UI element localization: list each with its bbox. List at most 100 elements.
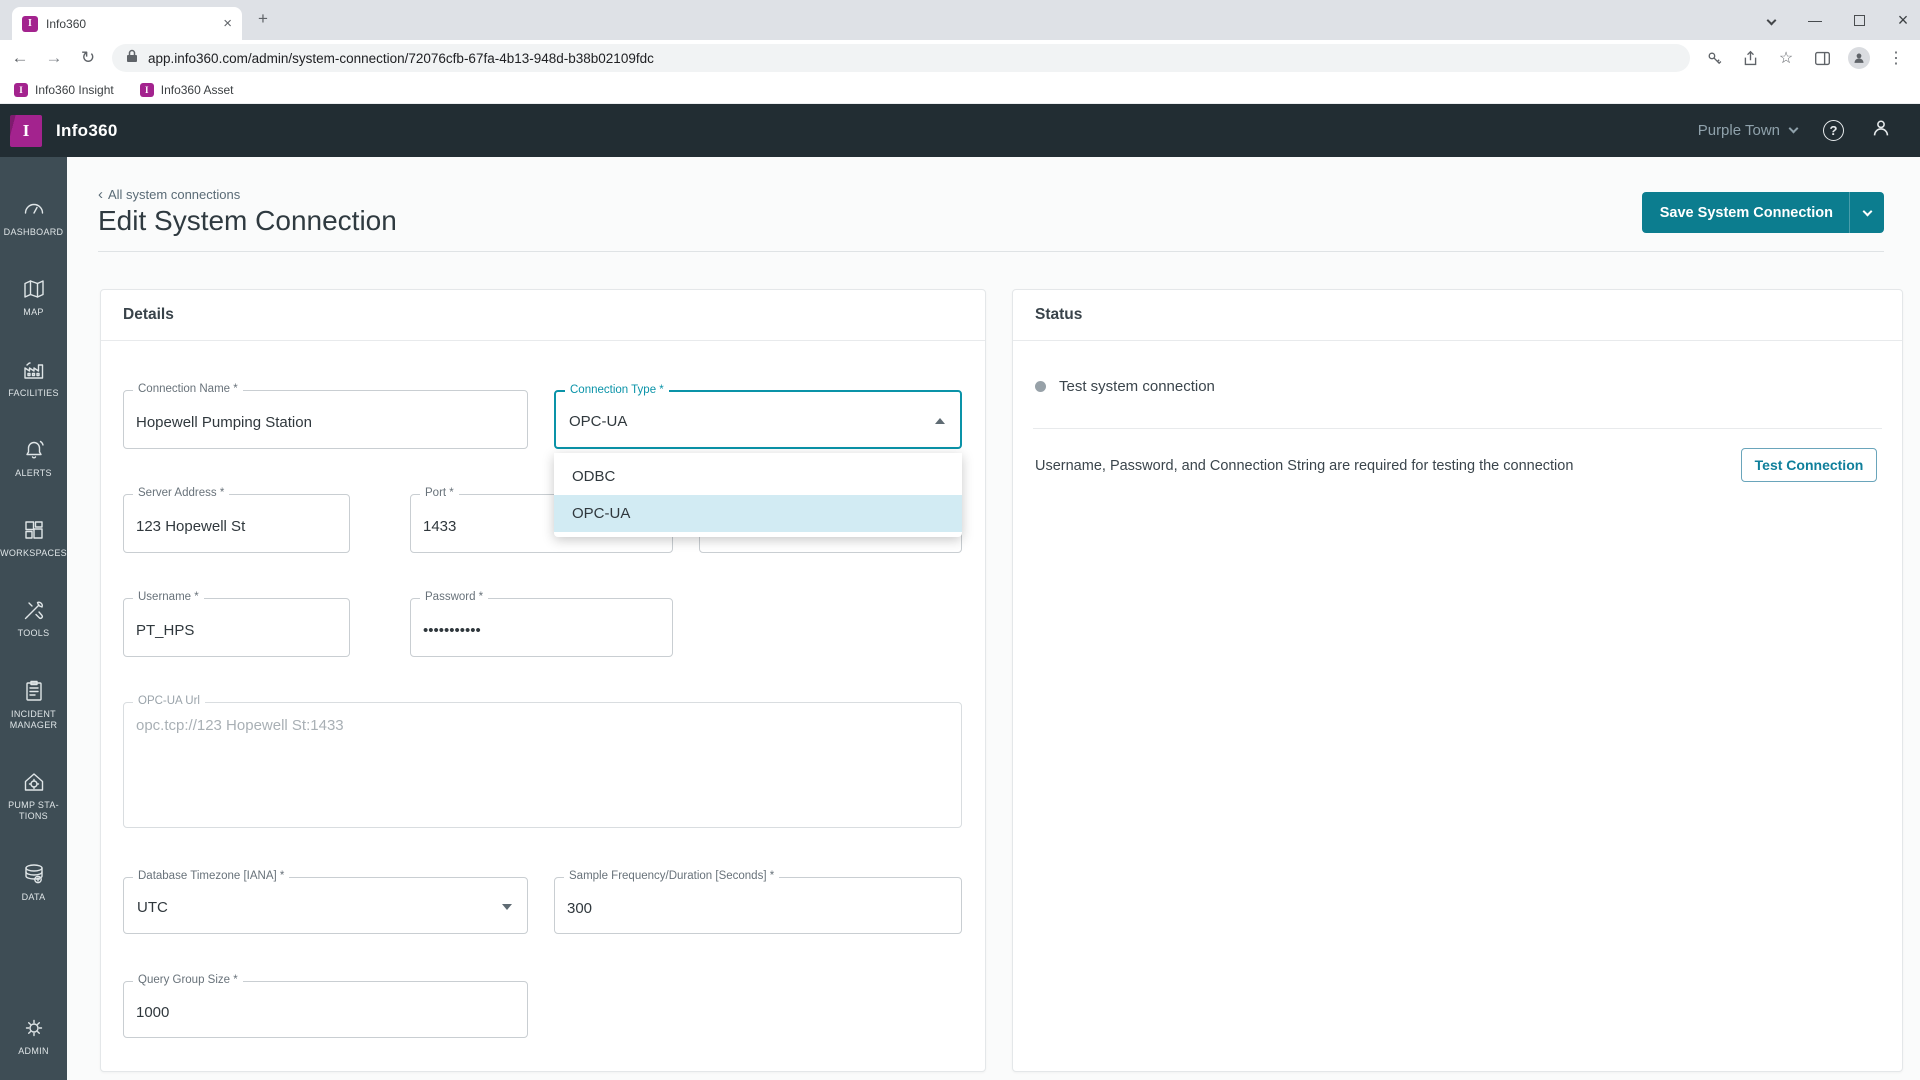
bookmark-favicon: I xyxy=(140,83,154,97)
password-input[interactable] xyxy=(411,599,672,656)
sidebar-item-label: ALERTS xyxy=(15,468,52,479)
star-icon[interactable]: ☆ xyxy=(1776,48,1796,68)
step-bullet-icon xyxy=(1035,381,1046,392)
save-menu-chevron[interactable] xyxy=(1850,211,1884,215)
chevron-up-icon xyxy=(935,418,945,424)
connection-type-value: OPC-UA xyxy=(556,392,960,447)
main-content: ‹ All system connections Edit System Con… xyxy=(67,157,1920,1080)
sidebar-item-pump-stations[interactable]: PUMP STA-TIONS xyxy=(0,750,67,842)
opcua-url-textarea[interactable] xyxy=(124,703,961,827)
sidebar-item-label: MAP xyxy=(23,307,43,318)
test-connection-button[interactable]: Test Connection xyxy=(1741,448,1877,482)
details-card-title: Details xyxy=(101,290,985,341)
factory-icon xyxy=(21,357,47,383)
menu-option-odbc[interactable]: ODBC xyxy=(554,458,962,495)
browser-toolbar: ← → ↻ ☆ ⋮ xyxy=(0,40,1920,76)
chevron-down-icon xyxy=(1789,124,1799,134)
page-title: Edit System Connection xyxy=(98,205,397,237)
query-group-size-input[interactable] xyxy=(124,982,527,1037)
username-field[interactable]: Username * xyxy=(123,598,350,657)
browser-avatar[interactable] xyxy=(1848,47,1870,69)
bell-icon xyxy=(21,437,47,463)
step-label: Test system connection xyxy=(1059,378,1215,395)
test-connection-step: Test system connection xyxy=(1035,378,1215,395)
tenant-name: Purple Town xyxy=(1698,122,1780,139)
sidebar-item-dashboard[interactable]: DASHBOARD xyxy=(0,177,67,257)
status-divider xyxy=(1033,428,1882,429)
status-card-title: Status xyxy=(1013,290,1902,341)
gear-icon xyxy=(21,1015,47,1041)
bookmarks-bar: I Info360 Insight I Info360 Asset xyxy=(0,76,1920,104)
sidebar-item-admin[interactable]: ADMIN xyxy=(0,996,67,1076)
sidebar-item-label: DASHBOARD xyxy=(4,227,64,238)
info360-favicon: I xyxy=(22,16,38,32)
brand-name: Info360 xyxy=(56,121,118,141)
tab-close-icon[interactable]: × xyxy=(223,16,232,31)
address-bar[interactable] xyxy=(112,44,1690,72)
sidebar-item-alerts[interactable]: ALERTS xyxy=(0,418,67,498)
share-icon[interactable] xyxy=(1740,48,1760,68)
bookmark-favicon: I xyxy=(14,83,28,97)
sidebar-item-incident-manager[interactable]: INCIDENT MANAGER xyxy=(0,659,67,751)
maximize-button[interactable] xyxy=(1850,15,1868,26)
header-divider xyxy=(98,251,1884,252)
pump-station-icon xyxy=(21,769,47,795)
tab-title: Info360 xyxy=(46,17,215,31)
account-button[interactable] xyxy=(1870,117,1892,144)
forward-icon[interactable]: → xyxy=(44,48,64,68)
workspaces-icon xyxy=(21,517,47,543)
connection-type-field[interactable]: Connection Type * OPC-UA xyxy=(554,390,962,449)
breadcrumb-label: All system connections xyxy=(108,187,240,202)
save-button-label: Save System Connection xyxy=(1642,205,1849,221)
sidebar-item-label: INCIDENT MANAGER xyxy=(2,709,65,732)
chevron-left-icon: ‹ xyxy=(98,187,103,202)
password-field[interactable]: Password * xyxy=(410,598,673,657)
help-button[interactable]: ? xyxy=(1823,120,1844,141)
kebab-menu-icon[interactable]: ⋮ xyxy=(1886,48,1906,68)
sidebar-item-label: FACILITIES xyxy=(8,388,59,399)
sidebar-item-data[interactable]: DATA xyxy=(0,842,67,922)
connection-name-input[interactable] xyxy=(124,391,527,448)
sidebar-item-label: ADMIN xyxy=(18,1046,49,1057)
url-input[interactable] xyxy=(148,51,1676,66)
server-address-input[interactable] xyxy=(124,495,349,552)
window-close-button[interactable]: × xyxy=(1894,10,1912,31)
sidebar-item-workspaces[interactable]: WORKSPACES xyxy=(0,498,67,578)
info360-logo: I xyxy=(10,115,42,147)
new-tab-button[interactable]: + xyxy=(258,9,268,29)
menu-option-opc-ua[interactable]: OPC-UA xyxy=(554,495,962,532)
timezone-value: UTC xyxy=(124,878,527,933)
bookmark-info360-asset[interactable]: I Info360 Asset xyxy=(140,83,234,97)
key-icon[interactable] xyxy=(1704,48,1724,68)
tenant-selector[interactable]: Purple Town xyxy=(1698,122,1797,139)
reload-icon[interactable]: ↻ xyxy=(78,48,98,68)
sidebar-item-label: WORKSPACES xyxy=(0,548,67,559)
sample-frequency-field[interactable]: Sample Frequency/Duration [Seconds] * xyxy=(554,877,962,934)
username-input[interactable] xyxy=(124,599,349,656)
connection-name-field[interactable]: Connection Name * xyxy=(123,390,528,449)
bookmark-info360-insight[interactable]: I Info360 Insight xyxy=(14,83,114,97)
save-system-connection-button[interactable]: Save System Connection xyxy=(1642,192,1884,233)
opcua-url-field[interactable]: OPC-UA Url xyxy=(123,702,962,828)
sidebar-item-map[interactable]: MAP xyxy=(0,257,67,337)
browser-tab-strip: I Info360 × + — × xyxy=(0,0,1920,40)
browser-tab[interactable]: I Info360 × xyxy=(12,7,242,40)
clipboard-icon xyxy=(21,678,47,704)
query-group-size-field[interactable]: Query Group Size * xyxy=(123,981,528,1038)
breadcrumb[interactable]: ‹ All system connections xyxy=(98,187,240,202)
minimize-button[interactable]: — xyxy=(1806,12,1824,28)
sample-frequency-input[interactable] xyxy=(555,878,961,933)
sidebar-item-label: TOOLS xyxy=(18,628,50,639)
back-icon[interactable]: ← xyxy=(10,48,30,68)
chevron-down-icon xyxy=(502,904,512,910)
sidebar-item-tools[interactable]: TOOLS xyxy=(0,578,67,658)
lock-icon xyxy=(126,49,138,68)
database-icon xyxy=(21,861,47,887)
sidebar-nav: DASHBOARD MAP FACILITIES ALERTS WORKSPAC… xyxy=(0,157,67,1080)
sidebar-item-facilities[interactable]: FACILITIES xyxy=(0,338,67,418)
server-address-field[interactable]: Server Address * xyxy=(123,494,350,553)
gauge-icon xyxy=(21,196,47,222)
tab-search-chevron-icon[interactable] xyxy=(1762,17,1780,24)
side-panel-icon[interactable] xyxy=(1812,48,1832,68)
timezone-field[interactable]: Database Timezone [IANA] * UTC xyxy=(123,877,528,934)
